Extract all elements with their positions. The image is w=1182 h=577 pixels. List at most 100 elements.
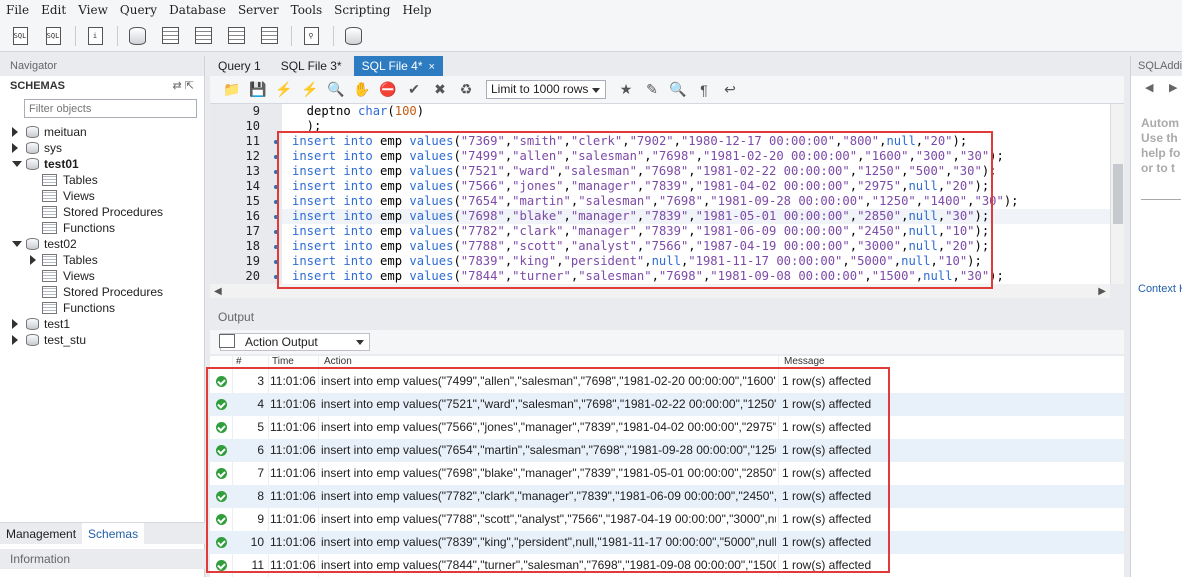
table-row[interactable]: 7 11:01:06 insert into emp values("7698","… [210,462,1124,485]
tree-item-stored-procedures[interactable]: Stored Procedures [0,204,204,220]
wrap-icon[interactable]: ↩ [720,80,740,100]
new-sql-tab-icon[interactable]: SQL [9,25,31,47]
tab-sql-file-4-[interactable]: SQL File 4* × [353,56,443,76]
execute-icon[interactable]: ⚡ [274,80,294,100]
table-row[interactable]: 8 11:01:06 insert into emp values("7782","… [210,485,1124,508]
info-icon[interactable]: i [84,25,106,47]
find-icon[interactable]: 🔍 [668,80,688,100]
code-token: "7654" [460,194,505,208]
tree-item-views[interactable]: Views [0,268,204,284]
table-row[interactable]: 3 11:01:06 insert into emp values("7499","… [210,370,1124,393]
schema-item-test02[interactable]: test02 [0,236,204,252]
tree-item-label: Stored Procedures [63,205,164,219]
code-token: 100 [394,104,417,118]
expanded-arrow-icon[interactable] [12,241,22,247]
menu-item-file[interactable]: File [2,3,37,17]
toggle-error-icon[interactable]: ⛔ [378,80,398,100]
explain-icon[interactable]: 🔍 [326,80,346,100]
column-header-number[interactable]: # [236,356,242,368]
tree-item-stored-procedures[interactable]: Stored Procedures [0,284,204,300]
open-file-icon[interactable]: 📁 [222,80,242,100]
create-schema-icon[interactable] [126,25,148,47]
context-help-tab[interactable]: Context H [1138,283,1182,295]
schema-header-actions[interactable]: ⇄ ⇱ [173,76,195,96]
schema-item-test01[interactable]: test01 [0,156,204,172]
menu-item-edit[interactable]: Edit [37,3,74,17]
invisible-chars-icon[interactable]: ¶ [694,80,714,100]
statement-marker-icon [274,215,278,219]
rollback-icon[interactable]: ✖ [430,80,450,100]
table-row[interactable]: 10 11:01:06 insert into emp values("7839",… [210,531,1124,554]
schema-item-test_stu[interactable]: test_stu [0,332,204,348]
execute-current-icon[interactable]: ⚡ [300,80,320,100]
table-row[interactable]: 11 11:01:06 insert into emp values("7844",… [210,554,1124,577]
code-token: emp [372,254,410,268]
column-header-message[interactable]: Message [784,356,825,368]
collapsed-arrow-icon[interactable] [12,143,18,153]
close-icon[interactable]: × [429,61,435,73]
tab-query-1[interactable]: Query 1 [210,56,269,76]
editor-vertical-scrollbar[interactable] [1110,104,1124,284]
schema-item-sys[interactable]: sys [0,140,204,156]
beautify-icon[interactable]: ✎ [642,80,662,100]
forward-icon[interactable]: ▶ [1169,81,1177,94]
tab-sql-file-3-[interactable]: SQL File 3* [273,56,350,76]
code-token: insert into [292,194,373,208]
menu-item-query[interactable]: Query [116,3,165,17]
add-snippet-icon[interactable]: ★ [616,80,636,100]
schema-item-test1[interactable]: test1 [0,316,204,332]
table-row[interactable]: 4 11:01:06 insert into emp values("7521","… [210,393,1124,416]
tree-item-functions[interactable]: Functions [0,300,204,316]
sql-editor[interactable]: 9 10 11 12 13 14 15 16 17 18 19 20 deptno char(100)… [210,104,1110,284]
tree-item-tables[interactable]: Tables [0,252,204,268]
menu-item-scripting[interactable]: Scripting [330,3,398,17]
reconnect-icon[interactable] [342,25,364,47]
collapsed-arrow-icon[interactable] [30,255,36,265]
code-token: , [893,254,902,268]
code-token: insert into [292,179,373,193]
menu-item-database[interactable]: Database [165,3,234,17]
collapsed-arrow-icon[interactable] [12,335,18,345]
folder-icon [42,174,57,186]
limit-rows-select[interactable]: Limit to 1000 rows [486,80,606,99]
create-procedure-icon[interactable] [225,25,247,47]
autocommit-icon[interactable]: ♻ [456,80,476,100]
table-row[interactable]: 5 11:01:06 insert into emp values("7566","… [210,416,1124,439]
create-table-icon[interactable] [159,25,181,47]
menu-item-help[interactable]: Help [398,3,439,17]
back-icon[interactable]: ◀ [1145,81,1153,94]
scroll-right-icon[interactable]: ▶ [1098,286,1106,297]
code-token: emp [372,179,410,193]
table-row[interactable]: 6 11:01:06 insert into emp values("7654","… [210,439,1124,462]
editor-horizontal-scrollbar[interactable]: ◀ ▶ [210,284,1110,298]
tab-management[interactable]: Management [0,523,82,544]
code-token: "7698" [651,149,696,163]
collapsed-arrow-icon[interactable] [12,127,18,137]
tab-schemas[interactable]: Schemas [82,523,145,544]
tree-item-functions[interactable]: Functions [0,220,204,236]
column-header-time[interactable]: Time [272,356,294,368]
menu-item-server[interactable]: Server [234,3,287,17]
tree-item-tables[interactable]: Tables [0,172,204,188]
create-view-icon[interactable] [192,25,214,47]
open-sql-script-icon[interactable]: SQL [42,25,64,47]
expanded-arrow-icon[interactable] [12,161,22,167]
table-row[interactable]: 9 11:01:06 insert into emp values("7788","… [210,508,1124,531]
scroll-left-icon[interactable]: ◀ [214,286,222,297]
filter-objects-input[interactable] [24,99,197,118]
schema-item-meituan[interactable]: meituan [0,124,204,140]
commit-icon[interactable]: ✔ [404,80,424,100]
save-icon[interactable]: 💾 [248,80,268,100]
collapsed-arrow-icon[interactable] [12,319,18,329]
column-header-action[interactable]: Action [324,356,352,368]
folder-icon [42,286,57,298]
menu-item-tools[interactable]: Tools [287,3,331,17]
code-token: emp [372,239,410,253]
tree-item-views[interactable]: Views [0,188,204,204]
menu-item-view[interactable]: View [74,3,116,17]
output-type-select[interactable]: Action Output [219,333,370,351]
create-function-icon[interactable] [258,25,280,47]
stop-icon[interactable]: ✋ [352,80,372,100]
sql-additions-title: SQLAdditions [1131,56,1182,76]
search-table-icon[interactable]: ⚲ [300,25,322,47]
